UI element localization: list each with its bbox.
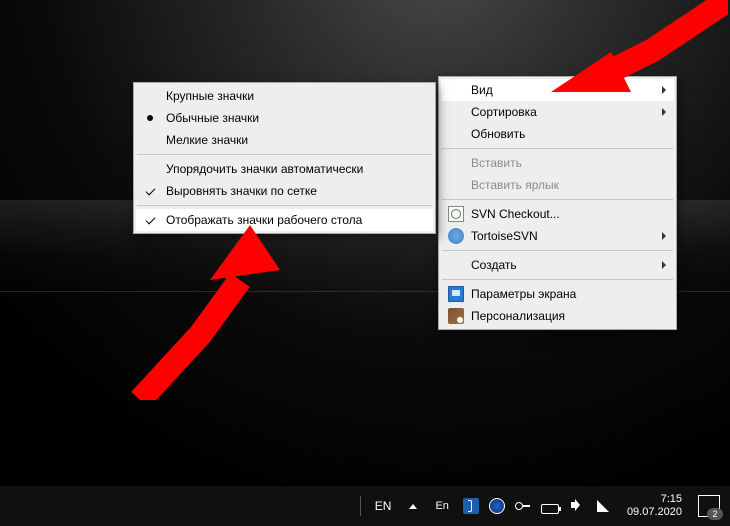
menu-item-svn-checkout[interactable]: SVN Checkout... [441,203,674,225]
menu-separator [442,199,673,200]
menu-item-refresh[interactable]: Обновить [441,123,674,145]
menu-label: TortoiseSVN [471,229,538,243]
submenu-item-large-icons[interactable]: Крупные значки [136,85,433,107]
menu-label: Мелкие значки [166,133,248,147]
tray-language-primary[interactable]: EN [371,499,396,513]
globe-icon[interactable] [489,498,505,514]
chevron-right-icon [662,232,666,240]
chevron-right-icon [662,261,666,269]
menu-label: Параметры экрана [471,287,576,301]
menu-label: Отображать значки рабочего стола [166,213,362,227]
menu-label: Создать [471,258,517,272]
submenu-item-show-desktop-icons[interactable]: Отображать значки рабочего стола [136,209,433,231]
svn-icon [448,206,464,222]
tray-clock[interactable]: 7:15 09.07.2020 [621,493,688,519]
menu-separator [137,154,432,155]
network-icon[interactable] [595,498,611,514]
menu-label: Сортировка [471,105,537,119]
radio-selected-icon [147,115,153,121]
menu-item-tortoisesvn[interactable]: TortoiseSVN [441,225,674,247]
volume-icon[interactable] [569,498,585,514]
clock-time: 7:15 [627,493,682,506]
bluetooth-icon[interactable] [463,498,479,514]
menu-label: Выровнять значки по сетке [166,184,317,198]
menu-separator [442,148,673,149]
submenu-item-medium-icons[interactable]: Обычные значки [136,107,433,129]
notification-badge: 2 [707,508,723,520]
menu-label: Обычные значки [166,111,259,125]
menu-label: Упорядочить значки автоматически [166,162,363,176]
chevron-right-icon [662,86,666,94]
menu-separator [442,279,673,280]
menu-label: SVN Checkout... [471,207,560,221]
submenu-item-align-grid[interactable]: Выровнять значки по сетке [136,180,433,202]
menu-separator [442,250,673,251]
tortoisesvn-icon [448,228,464,244]
menu-item-paste: Вставить [441,152,674,174]
clock-date: 09.07.2020 [627,506,682,519]
menu-label: Вид [471,83,493,97]
submenu-item-auto-arrange[interactable]: Упорядочить значки автоматически [136,158,433,180]
personalize-icon [448,308,464,324]
chevron-right-icon [662,108,666,116]
menu-item-personalize[interactable]: Персонализация [441,305,674,327]
menu-item-display-settings[interactable]: Параметры экрана [441,283,674,305]
action-center-icon[interactable]: 2 [698,495,720,517]
taskbar: EN En 7:15 09.07.2020 2 [0,485,730,526]
menu-label: Персонализация [471,309,565,323]
menu-item-sort[interactable]: Сортировка [441,101,674,123]
key-icon[interactable] [515,498,531,514]
menu-label: Обновить [471,127,525,141]
system-tray: EN En 7:15 09.07.2020 2 [360,493,730,519]
tray-overflow-icon[interactable] [405,498,421,514]
battery-icon[interactable] [541,504,559,514]
menu-item-view[interactable]: Вид [441,79,674,101]
menu-label: Вставить [471,156,522,170]
checkmark-icon [144,184,156,196]
menu-item-create[interactable]: Создать [441,254,674,276]
menu-separator [137,205,432,206]
tray-separator [360,496,361,516]
menu-label: Крупные значки [166,89,254,103]
desktop-context-menu: Вид Сортировка Обновить Вставить Вставит… [438,76,677,330]
menu-item-paste-shortcut: Вставить ярлык [441,174,674,196]
tray-language-secondary[interactable]: En [431,500,452,512]
submenu-item-small-icons[interactable]: Мелкие значки [136,129,433,151]
checkmark-icon [144,213,156,225]
menu-label: Вставить ярлык [471,178,559,192]
display-icon [448,286,464,302]
view-submenu: Крупные значки Обычные значки Мелкие зна… [133,82,436,234]
